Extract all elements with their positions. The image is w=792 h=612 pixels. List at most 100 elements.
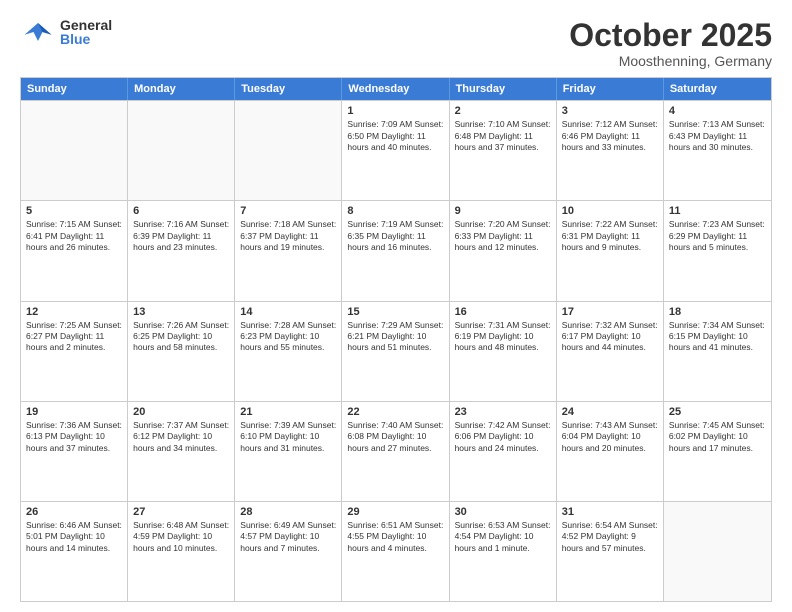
cal-cell: 8Sunrise: 7:19 AM Sunset: 6:35 PM Daylig… bbox=[342, 201, 449, 300]
day-number: 2 bbox=[455, 105, 551, 117]
day-info: Sunrise: 7:23 AM Sunset: 6:29 PM Dayligh… bbox=[669, 219, 766, 253]
day-number: 14 bbox=[240, 306, 336, 318]
day-info: Sunrise: 7:40 AM Sunset: 6:08 PM Dayligh… bbox=[347, 420, 443, 454]
day-number: 6 bbox=[133, 205, 229, 217]
cal-cell bbox=[128, 101, 235, 200]
day-info: Sunrise: 7:13 AM Sunset: 6:43 PM Dayligh… bbox=[669, 119, 766, 153]
cal-cell: 7 Sunrise: 7:18 AM Sunset: 6:37 PM Daylig… bbox=[235, 201, 342, 300]
day-info: Sunrise: 7:22 AM Sunset: 6:31 PM Dayligh… bbox=[562, 219, 658, 253]
cal-cell: 18Sunrise: 7:34 AM Sunset: 6:15 PM Dayli… bbox=[664, 302, 771, 401]
cal-week-4: 26 Sunrise: 6:46 AM Sunset: 5:01 PM Dayli… bbox=[21, 501, 771, 601]
cal-cell: 19 Sunrise: 7:36 AM Sunset: 6:13 PM Dayli… bbox=[21, 402, 128, 501]
cal-week-1: 5 Sunrise: 7:15 AM Sunset: 6:41 PM Daylig… bbox=[21, 200, 771, 300]
cal-week-3: 19 Sunrise: 7:36 AM Sunset: 6:13 PM Dayli… bbox=[21, 401, 771, 501]
day-info: Sunrise: 7:28 AM Sunset: 6:23 PM Dayligh… bbox=[240, 320, 336, 354]
cal-cell: 24 Sunrise: 7:43 AM Sunset: 6:04 PM Dayli… bbox=[557, 402, 664, 501]
day-info: Sunrise: 7:31 AM Sunset: 6:19 PM Dayligh… bbox=[455, 320, 551, 354]
day-number: 1 bbox=[347, 105, 443, 117]
day-number: 24 bbox=[562, 406, 658, 418]
header: General Blue October 2025 Moosthenning, … bbox=[20, 18, 772, 69]
cal-cell: 26 Sunrise: 6:46 AM Sunset: 5:01 PM Dayli… bbox=[21, 502, 128, 601]
day-number: 20 bbox=[133, 406, 229, 418]
day-number: 4 bbox=[669, 105, 766, 117]
day-number: 27 bbox=[133, 506, 229, 518]
day-info: Sunrise: 6:46 AM Sunset: 5:01 PM Dayligh… bbox=[26, 520, 122, 554]
cal-cell: 31 Sunrise: 6:54 AM Sunset: 4:52 PM Dayli… bbox=[557, 502, 664, 601]
cal-week-0: 1 Sunrise: 7:09 AM Sunset: 6:50 PM Daylig… bbox=[21, 100, 771, 200]
day-info: Sunrise: 7:19 AM Sunset: 6:35 PM Dayligh… bbox=[347, 219, 443, 253]
cal-cell: 16 Sunrise: 7:31 AM Sunset: 6:19 PM Dayli… bbox=[450, 302, 557, 401]
cal-cell: 20 Sunrise: 7:37 AM Sunset: 6:12 PM Dayli… bbox=[128, 402, 235, 501]
day-number: 19 bbox=[26, 406, 122, 418]
day-number: 31 bbox=[562, 506, 658, 518]
cal-cell: 12 Sunrise: 7:25 AM Sunset: 6:27 PM Dayli… bbox=[21, 302, 128, 401]
day-info: Sunrise: 7:10 AM Sunset: 6:48 PM Dayligh… bbox=[455, 119, 551, 153]
day-number: 3 bbox=[562, 105, 658, 117]
header-thursday: Thursday bbox=[450, 78, 557, 100]
cal-cell: 3 Sunrise: 7:12 AM Sunset: 6:46 PM Daylig… bbox=[557, 101, 664, 200]
cal-cell: 30 Sunrise: 6:53 AM Sunset: 4:54 PM Dayli… bbox=[450, 502, 557, 601]
title-block: October 2025 Moosthenning, Germany bbox=[569, 18, 772, 69]
day-info: Sunrise: 7:43 AM Sunset: 6:04 PM Dayligh… bbox=[562, 420, 658, 454]
logo: General Blue bbox=[20, 18, 112, 46]
header-saturday: Saturday bbox=[664, 78, 771, 100]
cal-cell: 5 Sunrise: 7:15 AM Sunset: 6:41 PM Daylig… bbox=[21, 201, 128, 300]
cal-cell bbox=[664, 502, 771, 601]
day-info: Sunrise: 7:25 AM Sunset: 6:27 PM Dayligh… bbox=[26, 320, 122, 354]
cal-cell: 6 Sunrise: 7:16 AM Sunset: 6:39 PM Daylig… bbox=[128, 201, 235, 300]
day-info: Sunrise: 6:54 AM Sunset: 4:52 PM Dayligh… bbox=[562, 520, 658, 554]
cal-cell: 11Sunrise: 7:23 AM Sunset: 6:29 PM Dayli… bbox=[664, 201, 771, 300]
day-info: Sunrise: 7:37 AM Sunset: 6:12 PM Dayligh… bbox=[133, 420, 229, 454]
cal-cell: 13Sunrise: 7:26 AM Sunset: 6:25 PM Dayli… bbox=[128, 302, 235, 401]
day-number: 25 bbox=[669, 406, 766, 418]
day-number: 9 bbox=[455, 205, 551, 217]
day-number: 29 bbox=[347, 506, 443, 518]
logo-bird-icon bbox=[20, 18, 56, 46]
cal-cell: 22Sunrise: 7:40 AM Sunset: 6:08 PM Dayli… bbox=[342, 402, 449, 501]
cal-cell: 23Sunrise: 7:42 AM Sunset: 6:06 PM Dayli… bbox=[450, 402, 557, 501]
cal-cell: 9 Sunrise: 7:20 AM Sunset: 6:33 PM Daylig… bbox=[450, 201, 557, 300]
calendar-body: 1 Sunrise: 7:09 AM Sunset: 6:50 PM Daylig… bbox=[21, 100, 771, 601]
logo-blue-text: Blue bbox=[60, 32, 112, 46]
day-info: Sunrise: 7:16 AM Sunset: 6:39 PM Dayligh… bbox=[133, 219, 229, 253]
cal-cell: 2 Sunrise: 7:10 AM Sunset: 6:48 PM Daylig… bbox=[450, 101, 557, 200]
day-info: Sunrise: 6:49 AM Sunset: 4:57 PM Dayligh… bbox=[240, 520, 336, 554]
day-info: Sunrise: 6:48 AM Sunset: 4:59 PM Dayligh… bbox=[133, 520, 229, 554]
day-info: Sunrise: 7:26 AM Sunset: 6:25 PM Dayligh… bbox=[133, 320, 229, 354]
cal-cell: 21 Sunrise: 7:39 AM Sunset: 6:10 PM Dayli… bbox=[235, 402, 342, 501]
cal-cell: 25Sunrise: 7:45 AM Sunset: 6:02 PM Dayli… bbox=[664, 402, 771, 501]
day-number: 10 bbox=[562, 205, 658, 217]
cal-cell bbox=[21, 101, 128, 200]
day-info: Sunrise: 7:20 AM Sunset: 6:33 PM Dayligh… bbox=[455, 219, 551, 253]
day-number: 21 bbox=[240, 406, 336, 418]
day-info: Sunrise: 6:53 AM Sunset: 4:54 PM Dayligh… bbox=[455, 520, 551, 554]
day-info: Sunrise: 7:36 AM Sunset: 6:13 PM Dayligh… bbox=[26, 420, 122, 454]
cal-cell bbox=[235, 101, 342, 200]
day-number: 15 bbox=[347, 306, 443, 318]
header-friday: Friday bbox=[557, 78, 664, 100]
calendar-header: Sunday Monday Tuesday Wednesday Thursday… bbox=[21, 78, 771, 100]
day-number: 5 bbox=[26, 205, 122, 217]
day-number: 26 bbox=[26, 506, 122, 518]
cal-cell: 29 Sunrise: 6:51 AM Sunset: 4:55 PM Dayli… bbox=[342, 502, 449, 601]
day-info: Sunrise: 7:09 AM Sunset: 6:50 PM Dayligh… bbox=[347, 119, 443, 153]
day-info: Sunrise: 7:18 AM Sunset: 6:37 PM Dayligh… bbox=[240, 219, 336, 253]
day-number: 30 bbox=[455, 506, 551, 518]
day-number: 28 bbox=[240, 506, 336, 518]
day-info: Sunrise: 7:15 AM Sunset: 6:41 PM Dayligh… bbox=[26, 219, 122, 253]
cal-cell: 14 Sunrise: 7:28 AM Sunset: 6:23 PM Dayli… bbox=[235, 302, 342, 401]
cal-week-2: 12 Sunrise: 7:25 AM Sunset: 6:27 PM Dayli… bbox=[21, 301, 771, 401]
day-number: 16 bbox=[455, 306, 551, 318]
day-info: Sunrise: 7:12 AM Sunset: 6:46 PM Dayligh… bbox=[562, 119, 658, 153]
day-info: Sunrise: 6:51 AM Sunset: 4:55 PM Dayligh… bbox=[347, 520, 443, 554]
cal-cell: 28 Sunrise: 6:49 AM Sunset: 4:57 PM Dayli… bbox=[235, 502, 342, 601]
day-number: 7 bbox=[240, 205, 336, 217]
page: General Blue October 2025 Moosthenning, … bbox=[0, 0, 792, 612]
header-monday: Monday bbox=[128, 78, 235, 100]
day-number: 12 bbox=[26, 306, 122, 318]
cal-cell: 4 Sunrise: 7:13 AM Sunset: 6:43 PM Daylig… bbox=[664, 101, 771, 200]
day-info: Sunrise: 7:39 AM Sunset: 6:10 PM Dayligh… bbox=[240, 420, 336, 454]
header-wednesday: Wednesday bbox=[342, 78, 449, 100]
month-title: October 2025 bbox=[569, 18, 772, 53]
day-info: Sunrise: 7:29 AM Sunset: 6:21 PM Dayligh… bbox=[347, 320, 443, 354]
